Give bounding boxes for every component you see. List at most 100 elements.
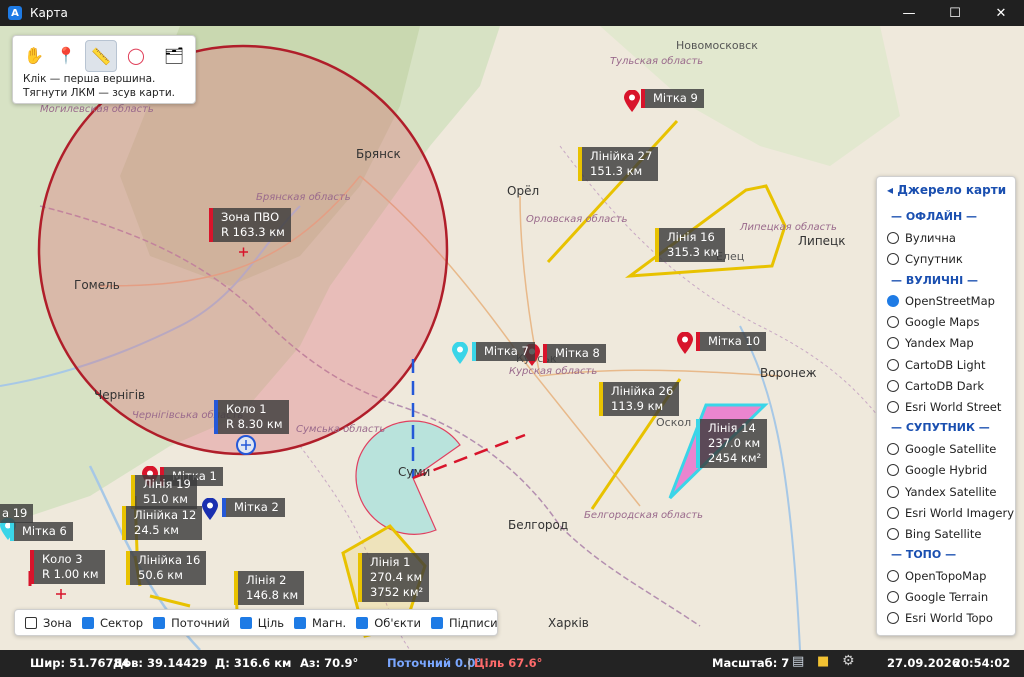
radio-button[interactable] — [887, 528, 899, 540]
ruler-12-length: 24.5 км — [134, 523, 179, 537]
source-panel-header[interactable]: ◂ Джерело карти — [887, 183, 1006, 197]
source-option[interactable]: Вулична — [887, 231, 956, 245]
hand-tool-button[interactable]: ✋ — [19, 40, 49, 70]
checkbox-checked[interactable] — [356, 616, 369, 629]
mitka-9-label[interactable]: Мітка 9 — [641, 89, 704, 108]
marker-pin-icon[interactable] — [624, 90, 640, 112]
radio-button[interactable] — [887, 337, 899, 349]
checkbox[interactable] — [25, 616, 37, 629]
source-option[interactable]: Esri World Topo — [887, 611, 993, 625]
radio-button[interactable] — [887, 591, 899, 603]
layer-checkbox-objects[interactable]: Об'єкти — [356, 616, 421, 630]
source-option[interactable]: Esri World Street — [887, 400, 1001, 414]
line-16-label[interactable]: Лінія 16 315.3 км — [655, 228, 726, 262]
marker-pin-icon[interactable] — [677, 332, 693, 354]
radio-button[interactable] — [887, 253, 899, 265]
kolo-1-radius: R 8.30 км — [226, 417, 283, 431]
source-option[interactable]: Google Hybrid — [887, 463, 987, 477]
source-option-label: Google Satellite — [905, 442, 997, 456]
layer-checkbox-sector[interactable]: Сектор — [81, 616, 143, 630]
map-view[interactable]: Новомосковск Брянск Орёл Липецк Елец Гом… — [0, 26, 1024, 650]
city-label: Чернігів — [94, 388, 146, 402]
layer-label: Ціль — [257, 615, 285, 630]
source-option[interactable]: Bing Satellite — [887, 527, 981, 541]
circle-tool-button[interactable]: ◯ — [121, 40, 151, 70]
marker-pin-icon[interactable] — [202, 498, 218, 520]
layer-checkbox-target[interactable]: Ціль — [239, 615, 285, 630]
marker-pin-icon[interactable] — [452, 342, 468, 364]
status-date: 27.09.2026 — [887, 656, 960, 670]
longitude-readout: Дов: 39.14429 — [113, 656, 208, 670]
source-option[interactable]: OpenStreetMap — [887, 294, 995, 308]
section-street: — ВУЛИЧНІ — — [891, 274, 979, 287]
radio-button[interactable] — [887, 359, 899, 371]
maximize-button[interactable]: ☐ — [932, 0, 978, 26]
layer-checkbox-labels[interactable]: Підписи — [430, 616, 498, 630]
radio-button[interactable] — [887, 401, 899, 413]
line-1-label[interactable]: Лінія 1 270.4 км 3752 км² — [358, 553, 430, 602]
radio-button[interactable] — [887, 612, 899, 624]
source-option[interactable]: CartoDB Dark — [887, 379, 984, 393]
line-14-length: 237.0 км — [708, 436, 761, 450]
circle-icon: ◯ — [127, 45, 145, 65]
source-option-label: Вулична — [905, 231, 956, 245]
region-label: Орловская область — [526, 214, 628, 225]
ruler-27-label[interactable]: Лінійка 27 151.3 км — [578, 147, 659, 181]
ruler-16-label[interactable]: Лінійка 16 50.6 км — [126, 551, 207, 585]
line-14-label[interactable]: Лінія 14 237.0 км 2454 км² — [696, 419, 768, 468]
layer-checkbox-magnetic[interactable]: Магн. — [294, 616, 346, 630]
source-panel-title: Джерело карти — [897, 183, 1007, 197]
zone-label[interactable]: Зона ПВО R 163.3 км — [209, 208, 291, 242]
source-option[interactable]: Google Maps — [887, 315, 979, 329]
mitka-6-label[interactable]: Мітка 6 — [10, 522, 73, 541]
folder-icon[interactable]: ■ — [817, 654, 829, 669]
checkbox-checked[interactable] — [81, 616, 94, 629]
source-option[interactable]: Yandex Map — [887, 336, 974, 350]
radio-button-selected[interactable] — [887, 295, 899, 307]
mitka-8-label[interactable]: Мітка 8 — [543, 344, 606, 363]
source-option[interactable]: OpenTopoMap — [887, 569, 986, 583]
source-option[interactable]: Esri World Imagery — [887, 506, 1014, 520]
radio-button[interactable] — [887, 380, 899, 392]
line-19-label[interactable]: Лінія 19 51.0 км — [131, 475, 197, 509]
mitka-7-label[interactable]: Мітка 7 — [472, 342, 535, 361]
close-button[interactable]: ✕ — [978, 0, 1024, 26]
source-option-label: Супутник — [905, 252, 963, 266]
ruler-26-label[interactable]: Лінійка 26 113.9 км — [599, 382, 680, 416]
source-option[interactable]: CartoDB Light — [887, 358, 985, 372]
mitka-10-label[interactable]: Мітка 10 — [696, 332, 767, 351]
source-option-label: OpenStreetMap — [905, 294, 995, 308]
minimize-button[interactable]: — — [886, 0, 932, 26]
radio-button[interactable] — [887, 464, 899, 476]
layer-checkbox-zone[interactable]: Зона — [25, 616, 72, 630]
folder-tool-button[interactable]: 🗂 — [159, 40, 189, 70]
title-bar: А Карта — ☐ ✕ — [0, 0, 1024, 26]
checkbox-checked[interactable] — [430, 616, 443, 629]
radio-button[interactable] — [887, 443, 899, 455]
kolo-1-label[interactable]: Коло 1 R 8.30 км — [214, 400, 289, 434]
source-option[interactable]: Супутник — [887, 252, 963, 266]
gear-icon[interactable]: ⚙ — [842, 653, 855, 669]
layer-checkbox-current[interactable]: Поточний — [153, 616, 230, 630]
city-label: Оскол — [656, 416, 692, 429]
azimuth-readout: Аз: 70.9° — [300, 656, 359, 670]
ruler-tool-button[interactable]: 📏 — [85, 40, 117, 72]
radio-button[interactable] — [887, 507, 899, 519]
radio-button[interactable] — [887, 570, 899, 582]
radio-button[interactable] — [887, 316, 899, 328]
checkbox-checked[interactable] — [239, 616, 252, 629]
marker-tool-button[interactable]: 📍 — [51, 40, 81, 70]
source-option[interactable]: Google Satellite — [887, 442, 996, 456]
mitka-2-label[interactable]: Мітка 2 — [222, 498, 285, 517]
ruler-12-label[interactable]: Лінійка 12 24.5 км — [122, 506, 203, 540]
map-icon[interactable]: ▤ — [792, 654, 804, 669]
kolo-3-label[interactable]: Коло 3 R 1.00 км — [30, 550, 105, 584]
tag-19-label[interactable]: а 19 — [0, 504, 34, 523]
source-option[interactable]: Yandex Satellite — [887, 485, 997, 499]
checkbox-checked[interactable] — [153, 616, 166, 629]
line-2-label[interactable]: Лінія 2 146.8 км — [234, 571, 305, 605]
radio-button[interactable] — [887, 232, 899, 244]
radio-button[interactable] — [887, 486, 899, 498]
source-option[interactable]: Google Terrain — [887, 590, 988, 604]
checkbox-checked[interactable] — [294, 616, 307, 629]
